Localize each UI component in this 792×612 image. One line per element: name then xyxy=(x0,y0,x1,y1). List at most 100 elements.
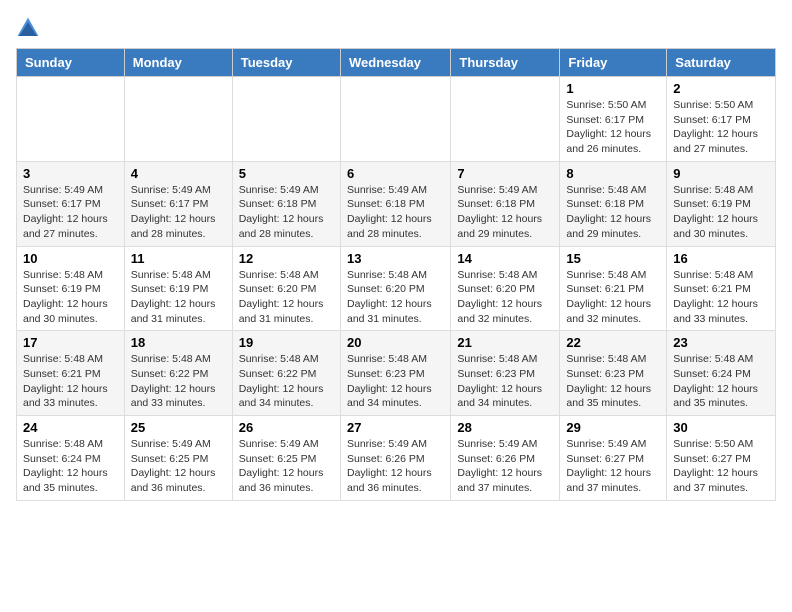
day-number: 5 xyxy=(239,166,334,181)
calendar-cell: 8 Sunrise: 5:48 AM Sunset: 6:18 PM Daylig… xyxy=(560,161,667,246)
day-number: 4 xyxy=(131,166,226,181)
calendar-cell xyxy=(124,77,232,162)
day-number: 11 xyxy=(131,251,226,266)
calendar-cell: 11Sunrise: 5:48 AM Sunset: 6:19 PM Dayli… xyxy=(124,246,232,331)
day-header-monday: Monday xyxy=(124,49,232,77)
calendar-cell: 28 Sunrise: 5:49 AM Sunset: 6:26 PM Dayli… xyxy=(451,416,560,501)
day-header-saturday: Saturday xyxy=(667,49,776,77)
calendar-week-4: 17 Sunrise: 5:48 AM Sunset: 6:21 PM Dayli… xyxy=(17,331,776,416)
day-number: 17 xyxy=(23,335,118,350)
day-info: Sunrise: 5:48 AM Sunset: 6:22 PM Dayligh… xyxy=(131,352,226,411)
calendar-cell: 18 Sunrise: 5:48 AM Sunset: 6:22 PM Dayli… xyxy=(124,331,232,416)
calendar-cell: 14 Sunrise: 5:48 AM Sunset: 6:20 PM Dayli… xyxy=(451,246,560,331)
calendar-cell: 9 Sunrise: 5:48 AM Sunset: 6:19 PM Daylig… xyxy=(667,161,776,246)
day-info: Sunrise: 5:48 AM Sunset: 6:24 PM Dayligh… xyxy=(23,437,118,496)
calendar-cell: 20 Sunrise: 5:48 AM Sunset: 6:23 PM Dayli… xyxy=(340,331,450,416)
day-info: Sunrise: 5:49 AM Sunset: 6:17 PM Dayligh… xyxy=(23,183,118,242)
day-number: 20 xyxy=(347,335,444,350)
day-info: Sunrise: 5:48 AM Sunset: 6:23 PM Dayligh… xyxy=(457,352,553,411)
calendar-cell: 2 Sunrise: 5:50 AM Sunset: 6:17 PM Daylig… xyxy=(667,77,776,162)
day-info: Sunrise: 5:48 AM Sunset: 6:21 PM Dayligh… xyxy=(673,268,769,327)
day-header-thursday: Thursday xyxy=(451,49,560,77)
calendar-cell xyxy=(17,77,125,162)
day-number: 28 xyxy=(457,420,553,435)
day-number: 10 xyxy=(23,251,118,266)
calendar-week-5: 24 Sunrise: 5:48 AM Sunset: 6:24 PM Dayli… xyxy=(17,416,776,501)
day-info: Sunrise: 5:49 AM Sunset: 6:25 PM Dayligh… xyxy=(239,437,334,496)
day-number: 18 xyxy=(131,335,226,350)
calendar-cell: 12Sunrise: 5:48 AM Sunset: 6:20 PM Dayli… xyxy=(232,246,340,331)
calendar-cell: 6Sunrise: 5:49 AM Sunset: 6:18 PM Daylig… xyxy=(340,161,450,246)
logo-icon xyxy=(16,16,40,40)
day-number: 1 xyxy=(566,81,660,96)
calendar-week-2: 3 Sunrise: 5:49 AM Sunset: 6:17 PM Daylig… xyxy=(17,161,776,246)
day-number: 13 xyxy=(347,251,444,266)
day-info: Sunrise: 5:48 AM Sunset: 6:20 PM Dayligh… xyxy=(457,268,553,327)
day-number: 29 xyxy=(566,420,660,435)
day-number: 8 xyxy=(566,166,660,181)
day-info: Sunrise: 5:49 AM Sunset: 6:26 PM Dayligh… xyxy=(457,437,553,496)
day-number: 9 xyxy=(673,166,769,181)
day-header-sunday: Sunday xyxy=(17,49,125,77)
day-info: Sunrise: 5:48 AM Sunset: 6:19 PM Dayligh… xyxy=(23,268,118,327)
day-info: Sunrise: 5:49 AM Sunset: 6:26 PM Dayligh… xyxy=(347,437,444,496)
calendar-cell: 21 Sunrise: 5:48 AM Sunset: 6:23 PM Dayli… xyxy=(451,331,560,416)
calendar-cell xyxy=(232,77,340,162)
calendar-cell xyxy=(451,77,560,162)
calendar-cell: 29 Sunrise: 5:49 AM Sunset: 6:27 PM Dayli… xyxy=(560,416,667,501)
calendar-cell: 13Sunrise: 5:48 AM Sunset: 6:20 PM Dayli… xyxy=(340,246,450,331)
day-info: Sunrise: 5:50 AM Sunset: 6:17 PM Dayligh… xyxy=(673,98,769,157)
day-info: Sunrise: 5:50 AM Sunset: 6:27 PM Dayligh… xyxy=(673,437,769,496)
calendar-cell: 30Sunrise: 5:50 AM Sunset: 6:27 PM Dayli… xyxy=(667,416,776,501)
day-info: Sunrise: 5:48 AM Sunset: 6:18 PM Dayligh… xyxy=(566,183,660,242)
day-number: 3 xyxy=(23,166,118,181)
day-number: 2 xyxy=(673,81,769,96)
day-info: Sunrise: 5:48 AM Sunset: 6:23 PM Dayligh… xyxy=(566,352,660,411)
day-info: Sunrise: 5:49 AM Sunset: 6:17 PM Dayligh… xyxy=(131,183,226,242)
calendar-cell: 5 Sunrise: 5:49 AM Sunset: 6:18 PM Daylig… xyxy=(232,161,340,246)
day-header-tuesday: Tuesday xyxy=(232,49,340,77)
logo xyxy=(16,16,44,40)
day-info: Sunrise: 5:49 AM Sunset: 6:18 PM Dayligh… xyxy=(239,183,334,242)
day-number: 15 xyxy=(566,251,660,266)
day-number: 24 xyxy=(23,420,118,435)
day-number: 23 xyxy=(673,335,769,350)
day-number: 6 xyxy=(347,166,444,181)
day-info: Sunrise: 5:48 AM Sunset: 6:19 PM Dayligh… xyxy=(673,183,769,242)
day-info: Sunrise: 5:49 AM Sunset: 6:27 PM Dayligh… xyxy=(566,437,660,496)
calendar-week-3: 10 Sunrise: 5:48 AM Sunset: 6:19 PM Dayli… xyxy=(17,246,776,331)
page-header xyxy=(16,16,776,40)
calendar-cell: 26 Sunrise: 5:49 AM Sunset: 6:25 PM Dayli… xyxy=(232,416,340,501)
calendar-cell: 22 Sunrise: 5:48 AM Sunset: 6:23 PM Dayli… xyxy=(560,331,667,416)
day-number: 21 xyxy=(457,335,553,350)
calendar-cell: 23 Sunrise: 5:48 AM Sunset: 6:24 PM Dayli… xyxy=(667,331,776,416)
day-info: Sunrise: 5:50 AM Sunset: 6:17 PM Dayligh… xyxy=(566,98,660,157)
day-info: Sunrise: 5:48 AM Sunset: 6:21 PM Dayligh… xyxy=(23,352,118,411)
calendar-cell: 4 Sunrise: 5:49 AM Sunset: 6:17 PM Daylig… xyxy=(124,161,232,246)
day-number: 26 xyxy=(239,420,334,435)
day-number: 19 xyxy=(239,335,334,350)
day-header-wednesday: Wednesday xyxy=(340,49,450,77)
calendar-week-1: 1 Sunrise: 5:50 AM Sunset: 6:17 PM Daylig… xyxy=(17,77,776,162)
day-info: Sunrise: 5:48 AM Sunset: 6:21 PM Dayligh… xyxy=(566,268,660,327)
day-number: 16 xyxy=(673,251,769,266)
day-header-friday: Friday xyxy=(560,49,667,77)
day-info: Sunrise: 5:48 AM Sunset: 6:22 PM Dayligh… xyxy=(239,352,334,411)
day-number: 12 xyxy=(239,251,334,266)
day-number: 27 xyxy=(347,420,444,435)
day-info: Sunrise: 5:48 AM Sunset: 6:24 PM Dayligh… xyxy=(673,352,769,411)
calendar-cell: 16 Sunrise: 5:48 AM Sunset: 6:21 PM Dayli… xyxy=(667,246,776,331)
day-number: 7 xyxy=(457,166,553,181)
calendar-cell xyxy=(340,77,450,162)
day-info: Sunrise: 5:49 AM Sunset: 6:25 PM Dayligh… xyxy=(131,437,226,496)
calendar-cell: 24 Sunrise: 5:48 AM Sunset: 6:24 PM Dayli… xyxy=(17,416,125,501)
day-number: 14 xyxy=(457,251,553,266)
calendar-cell: 17 Sunrise: 5:48 AM Sunset: 6:21 PM Dayli… xyxy=(17,331,125,416)
day-number: 25 xyxy=(131,420,226,435)
calendar-cell: 10 Sunrise: 5:48 AM Sunset: 6:19 PM Dayli… xyxy=(17,246,125,331)
day-number: 22 xyxy=(566,335,660,350)
calendar-cell: 1 Sunrise: 5:50 AM Sunset: 6:17 PM Daylig… xyxy=(560,77,667,162)
calendar-cell: 7Sunrise: 5:49 AM Sunset: 6:18 PM Daylig… xyxy=(451,161,560,246)
calendar-cell: 27 Sunrise: 5:49 AM Sunset: 6:26 PM Dayli… xyxy=(340,416,450,501)
day-info: Sunrise: 5:48 AM Sunset: 6:23 PM Dayligh… xyxy=(347,352,444,411)
